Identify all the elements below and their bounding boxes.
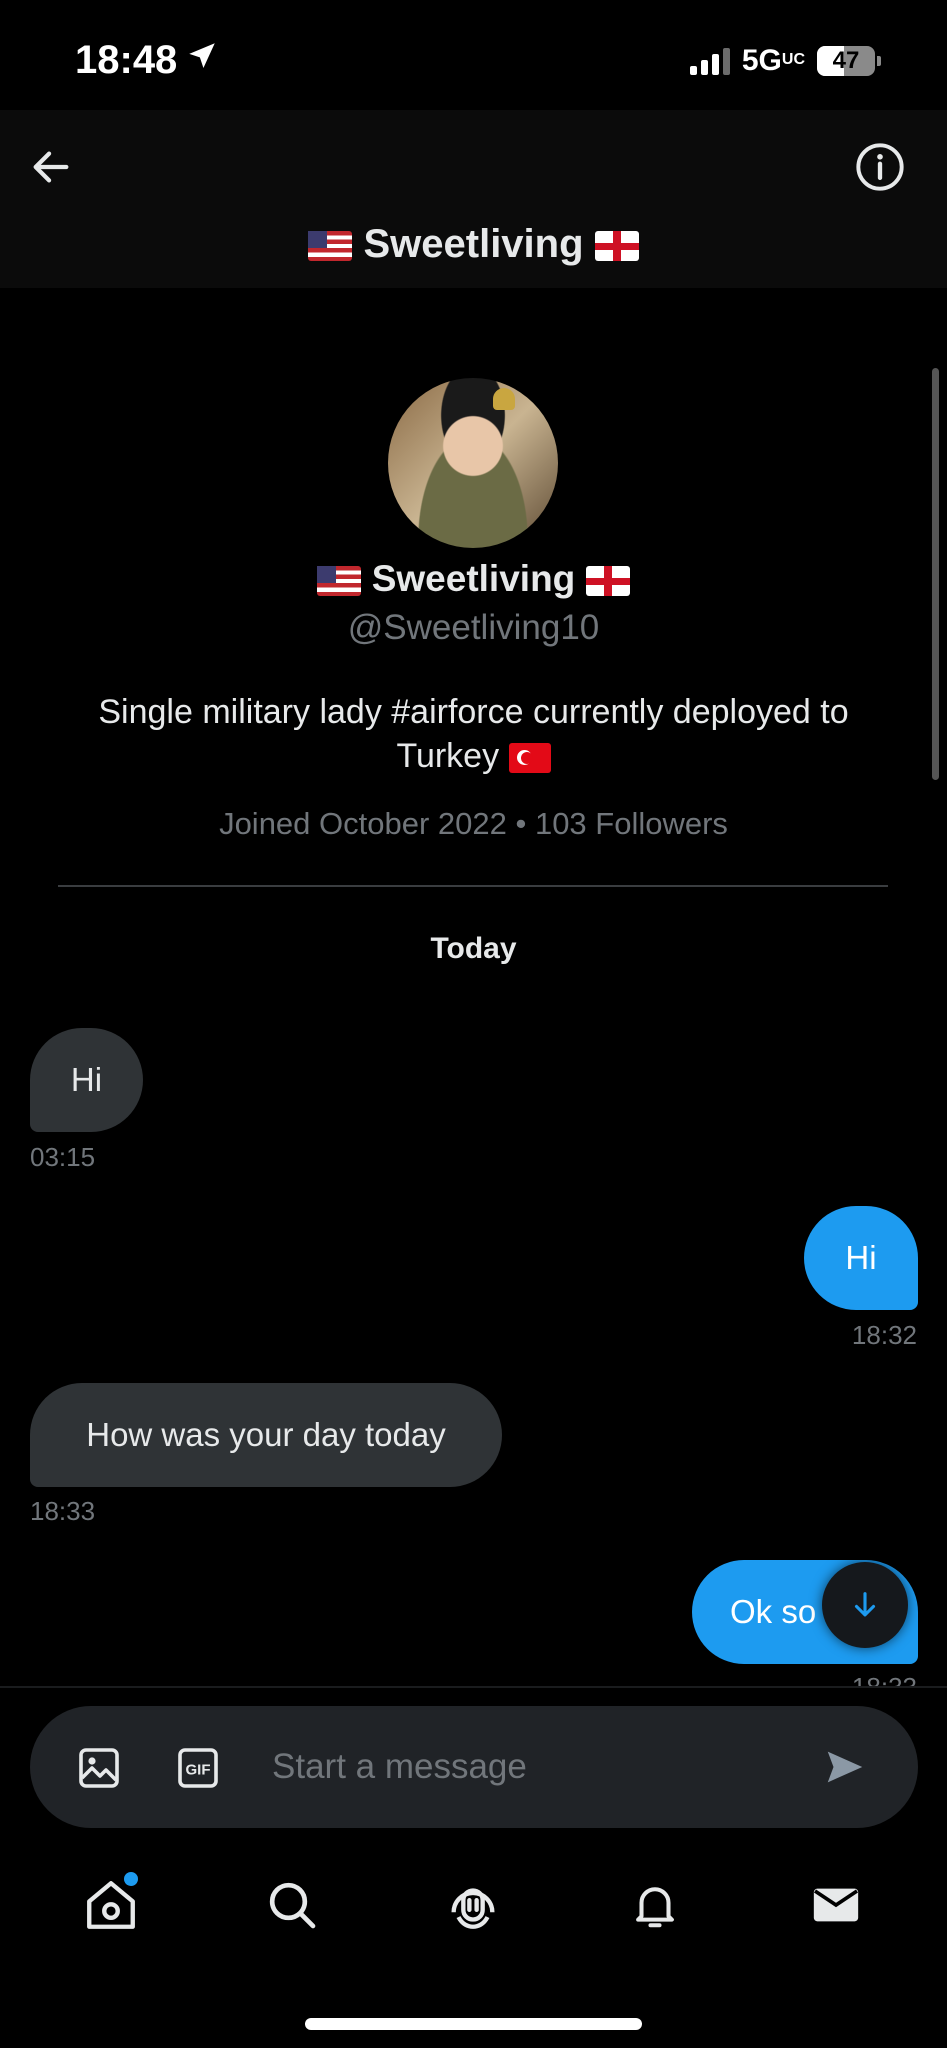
back-arrow-icon	[33, 151, 69, 183]
bio-line-1: Single military lady #airforce currently…	[98, 693, 849, 731]
profile-name[interactable]: Sweetliving	[0, 558, 947, 600]
day-separator: Today	[430, 932, 517, 965]
bottom-navigation	[0, 1850, 947, 1960]
location-arrow-icon	[185, 38, 219, 83]
bio-line-2-text: Turkey	[396, 737, 500, 775]
nav-messages[interactable]	[801, 1870, 871, 1940]
conversation-info-button[interactable]	[853, 140, 907, 194]
profile-bio: Single military lady #airforce currently…	[40, 690, 907, 778]
message-input[interactable]	[270, 1730, 794, 1804]
svg-text:GIF: GIF	[186, 1761, 211, 1778]
status-indicators: 5GUC 47	[689, 44, 881, 78]
message-text: Hi	[845, 1239, 877, 1276]
search-icon	[269, 1882, 316, 1929]
arrow-down-icon	[854, 1592, 876, 1617]
battery-level: 47	[832, 47, 860, 74]
notification-dot	[123, 1872, 138, 1886]
message-text: Hi	[70, 1061, 103, 1098]
message-bubble-outgoing[interactable]: Hi	[804, 1206, 918, 1310]
image-icon	[79, 1748, 119, 1788]
status-time: 18:48	[75, 38, 219, 83]
profile-avatar[interactable]	[388, 378, 558, 548]
send-button[interactable]	[818, 1740, 872, 1794]
message-timestamp: 03:15	[30, 1142, 96, 1172]
network-sub-text: UC	[781, 51, 805, 68]
back-button[interactable]	[24, 140, 78, 194]
turkey-flag-icon	[508, 743, 551, 774]
nav-spaces[interactable]	[438, 1870, 508, 1940]
bio-line-2: Turkey	[40, 734, 907, 778]
notifications-icon	[635, 1887, 674, 1928]
gif-icon: GIF	[178, 1748, 218, 1788]
messages-icon	[814, 1888, 859, 1922]
send-icon	[827, 1751, 863, 1783]
message-timestamp: 18:33	[30, 1496, 96, 1526]
message-bubble-incoming[interactable]: How was your day today	[30, 1383, 502, 1487]
england-flag-icon	[585, 566, 630, 597]
composer-divider	[0, 1686, 947, 1688]
profile-name-text: Sweetliving	[371, 558, 576, 599]
home-indicator	[305, 2018, 642, 2030]
signal-icon	[689, 47, 730, 75]
profile-meta: Joined October 2022 • 103 Followers	[219, 806, 728, 841]
battery-nub	[877, 56, 881, 66]
nav-home[interactable]	[76, 1870, 146, 1940]
nav-notifications[interactable]	[620, 1870, 690, 1940]
spaces-icon	[451, 1888, 495, 1929]
nav-search[interactable]	[257, 1870, 327, 1940]
header-title[interactable]: Sweetliving	[0, 222, 947, 267]
message-text: How was your day today	[86, 1416, 446, 1453]
us-flag-icon	[308, 231, 353, 262]
message-timestamp: 18:32	[851, 1320, 917, 1350]
battery-icon: 47	[817, 46, 875, 76]
add-gif-button[interactable]: GIF	[173, 1743, 223, 1793]
profile-handle: @Sweetliving10	[347, 608, 600, 647]
add-image-button[interactable]	[74, 1743, 124, 1793]
england-flag-icon	[594, 231, 639, 262]
us-flag-icon	[317, 566, 362, 597]
divider	[58, 885, 888, 887]
header-name: Sweetliving	[363, 222, 584, 266]
message-timestamp: 18:33	[852, 1672, 917, 1686]
network-label: 5GUC	[742, 44, 805, 78]
info-icon	[856, 143, 904, 191]
network-text: 5G	[741, 44, 782, 77]
status-time-text: 18:48	[75, 38, 178, 82]
scroll-to-bottom-button[interactable]	[822, 1562, 908, 1648]
message-text: Ok so	[730, 1593, 817, 1630]
message-bubble-incoming[interactable]: Hi	[30, 1028, 143, 1132]
